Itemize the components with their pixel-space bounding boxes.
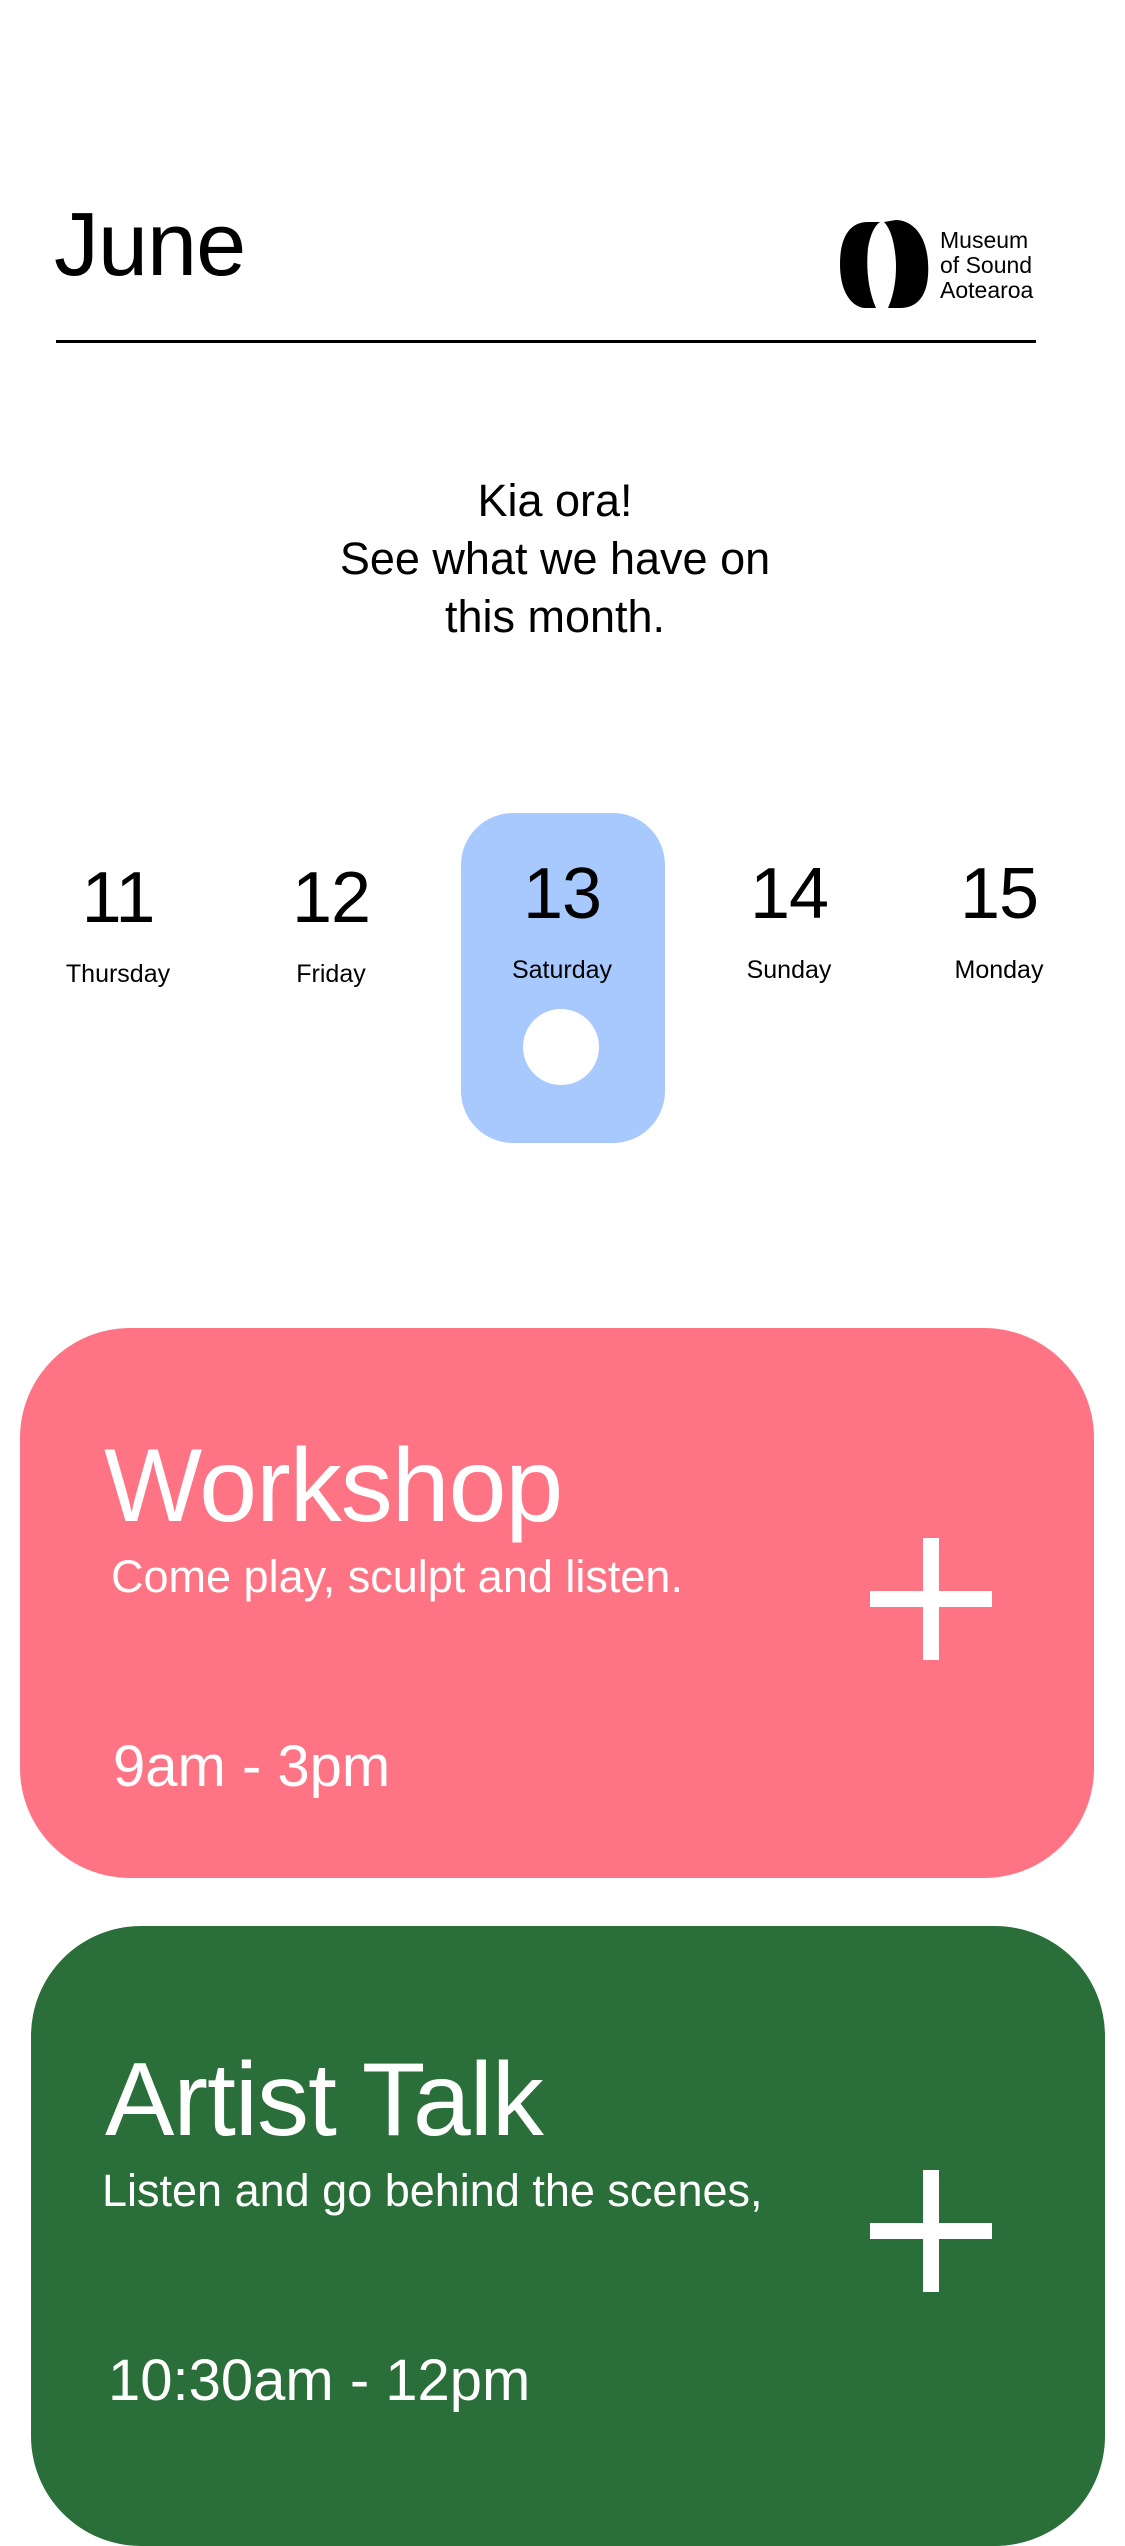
day-number: 12 — [291, 858, 371, 938]
event-title: Artist Talk — [105, 2042, 544, 2158]
day-number: 13 — [522, 854, 602, 934]
museum-logo-text: Museum of Sound Aotearoa — [940, 228, 1033, 303]
day-name: Thursday — [65, 960, 171, 988]
logo-line-3: Aotearoa — [940, 277, 1034, 303]
event-description: Come play, sculpt and listen. — [111, 1551, 683, 1602]
selected-day-dot-icon — [523, 1009, 599, 1085]
event-description: Listen and go behind the scenes, — [102, 2165, 763, 2216]
museum-logo-mark-icon — [840, 220, 929, 308]
event-time: 9am - 3pm — [113, 1734, 391, 1799]
greeting-message: Kia ora! See what we have on this month. — [0, 472, 1110, 646]
event-card-workshop[interactable]: Workshop Come play, sculpt and listen. 9… — [20, 1328, 1094, 1878]
add-event-button[interactable] — [870, 1538, 992, 1660]
day-name: Friday — [296, 960, 366, 988]
day-friday[interactable]: 12 Friday — [231, 862, 431, 989]
greeting-line-1: Kia ora! — [477, 475, 633, 526]
museum-logo[interactable]: Museum of Sound Aotearoa — [838, 218, 1048, 310]
day-name: Saturday — [511, 956, 613, 984]
day-number: 11 — [81, 858, 156, 938]
greeting-line-3: this month. — [444, 591, 666, 642]
header-divider — [56, 340, 1036, 343]
greeting-line-2: See what we have on — [339, 533, 771, 584]
event-card-artist-talk[interactable]: Artist Talk Listen and go behind the sce… — [31, 1926, 1105, 2546]
day-sunday[interactable]: 14 Sunday — [689, 858, 889, 985]
day-number: 14 — [749, 854, 829, 934]
logo-line-1: Museum — [940, 227, 1029, 253]
day-name: Monday — [954, 956, 1044, 984]
day-name: Sunday — [746, 956, 832, 984]
day-thursday[interactable]: 11 Thursday — [18, 862, 218, 989]
day-saturday[interactable]: 13 Saturday — [462, 858, 662, 985]
event-title: Workshop — [104, 1428, 563, 1544]
month-title: June — [54, 195, 246, 295]
day-monday[interactable]: 15 Monday — [899, 858, 1099, 985]
add-event-button[interactable] — [870, 2170, 992, 2292]
day-number: 15 — [959, 854, 1039, 934]
logo-line-2: of Sound — [940, 252, 1033, 278]
event-time: 10:30am - 12pm — [108, 2348, 531, 2413]
